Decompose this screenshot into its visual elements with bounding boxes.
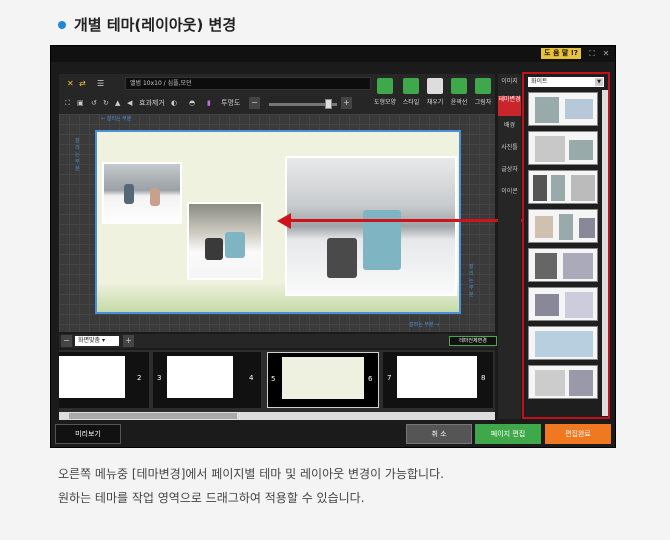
page-number: 7: [387, 374, 392, 382]
title-bar: 도 움 말 !? ⛶ ✕: [51, 46, 615, 62]
flip-icon[interactable]: ◀: [127, 98, 132, 109]
page-strip-scrollbar[interactable]: [59, 412, 495, 420]
theme-panel: 화이트 ▼: [522, 72, 610, 419]
theme-scrollbar[interactable]: [602, 90, 608, 416]
page-number: 8: [481, 374, 486, 382]
page-spread[interactable]: 3 4: [153, 352, 261, 408]
cancel-button[interactable]: 취 소: [406, 424, 472, 444]
person-figure: [225, 232, 245, 258]
theme-thumbnail[interactable]: [528, 365, 598, 399]
theme-thumbnail[interactable]: [528, 209, 598, 243]
scrollbar-thumb[interactable]: [69, 413, 237, 419]
photo-frame-2[interactable]: [187, 202, 263, 280]
photo-frame-3[interactable]: [285, 156, 457, 296]
brightness-icon[interactable]: ◓: [189, 98, 195, 109]
shadow-icon: [475, 78, 491, 94]
finish-edit-button[interactable]: 편집완료: [545, 424, 611, 444]
theme-thumbnail[interactable]: [528, 131, 598, 165]
maximize-icon[interactable]: ⛶: [587, 48, 597, 59]
opacity-label: 투명도: [221, 99, 241, 107]
page-thumbnail: [397, 356, 477, 398]
section-title: 개별 테마(레이아웃) 변경: [74, 16, 237, 34]
page-spread[interactable]: 7 8: [383, 352, 493, 408]
page-thumbnail: [282, 357, 364, 399]
fill-icon: [427, 78, 443, 94]
theme-thumbnail[interactable]: [528, 326, 598, 360]
theme-select-value: 화이트: [531, 78, 548, 85]
description-line-1: 오른쪽 메뉴중 [테마변경]에서 페이지별 테마 및 레이아웃 변경이 가능합니…: [58, 467, 444, 481]
page-number: 2: [137, 374, 142, 382]
effect-remove-label[interactable]: 효과제거: [139, 98, 165, 109]
tab-photo-frame[interactable]: 사진틀: [498, 144, 521, 158]
theme-thumbnail[interactable]: [528, 92, 598, 126]
warning-icon[interactable]: ▲: [115, 98, 120, 109]
app-screenshot: 도 움 말 !? ⛶ ✕ ✕ ⇄ ☰ 앨범 10x10 / 심플,모던 ⛶ ▣ …: [50, 45, 616, 448]
guide-bottom-label: 잘리는 부분 →: [409, 322, 440, 328]
section-heading: 개별 테마(레이아웃) 변경: [58, 14, 236, 35]
shape-icon: [377, 78, 393, 94]
shuffle-icon[interactable]: ⇄: [79, 78, 86, 90]
page-thumbnail: [59, 356, 125, 398]
rotate-left-icon[interactable]: ↺: [91, 98, 97, 109]
close-icon[interactable]: ✕: [601, 48, 611, 59]
bottom-toolbar: − 화면맞춤 ▾ + 테마전체변경: [59, 334, 497, 348]
theme-thumbnail[interactable]: [528, 248, 598, 282]
page-spread[interactable]: 2: [59, 352, 149, 408]
tab-background[interactable]: 배경: [498, 122, 521, 136]
fit-select[interactable]: 화면맞춤 ▾: [75, 336, 119, 346]
tab-text-box[interactable]: 글상자: [498, 166, 521, 180]
guide-right-label: 잘리는 부분: [469, 264, 474, 298]
photo-frame-1[interactable]: [102, 162, 182, 224]
page-spread-selected[interactable]: 5 6: [267, 352, 379, 408]
page-number: 6: [368, 375, 373, 383]
page-number: 4: [249, 374, 254, 382]
guide-left-label: 잘리는 부분: [75, 138, 80, 172]
contrast-icon[interactable]: ◐: [171, 98, 177, 109]
drag-arrow-head-icon: [277, 213, 291, 229]
theme-select[interactable]: 화이트 ▼: [528, 77, 604, 87]
rotate-right-icon[interactable]: ↻: [103, 98, 109, 109]
sidebar-tabs: 이미지 테마변경 배경 사진틀 글상자 이이콘: [498, 74, 521, 419]
guide-top-label: ← 잘리는 부분: [101, 116, 132, 122]
preview-button[interactable]: 미리보기: [55, 424, 121, 444]
tab-theme-change[interactable]: 테마변경: [498, 96, 521, 116]
page-number: 3: [157, 374, 162, 382]
edit-page-button[interactable]: 페이지 편집: [475, 424, 541, 444]
page-thumbnail: [167, 356, 233, 398]
apply-all-theme-button[interactable]: 테마전체변경: [449, 336, 497, 346]
tab-image[interactable]: 이미지: [498, 78, 521, 92]
person-figure: [124, 184, 134, 204]
color-icon[interactable]: ▮: [207, 98, 211, 109]
description: 오른쪽 메뉴중 [테마변경]에서 페이지별 테마 및 레이아웃 변경이 가능합니…: [58, 462, 444, 510]
layout-icon[interactable]: ☰: [97, 78, 104, 90]
person-figure: [205, 238, 223, 260]
page-number: 5: [271, 375, 276, 383]
theme-thumbnail[interactable]: [528, 287, 598, 321]
chevron-down-icon[interactable]: ▼: [595, 78, 603, 86]
person-figure: [327, 238, 357, 278]
help-button[interactable]: 도 움 말 !?: [541, 48, 581, 59]
zoom-out-button[interactable]: −: [61, 335, 72, 347]
opacity-minus-button[interactable]: −: [249, 97, 260, 109]
fit-select-value: 화면맞춤: [78, 337, 101, 344]
tool-shadow-label: 그림자: [474, 99, 492, 106]
theme-thumbnail[interactable]: [528, 170, 598, 204]
zoom-in-button[interactable]: +: [123, 335, 134, 347]
opacity-slider-knob[interactable]: [325, 99, 332, 109]
person-figure: [150, 188, 160, 206]
opacity-plus-button[interactable]: +: [341, 97, 352, 109]
tab-icon[interactable]: 이이콘: [498, 188, 521, 202]
outline-icon: [451, 78, 467, 94]
book-title-field: 앨범 10x10 / 심플,모던: [125, 77, 371, 90]
sparkle-icon[interactable]: ✕: [67, 78, 74, 90]
tool-shadow[interactable]: 그림자: [471, 78, 495, 107]
bullet-icon: [58, 20, 66, 29]
page-strip: 2 3 4 5 6 7 8: [59, 350, 495, 412]
fit-icon[interactable]: ⛶: [65, 98, 70, 109]
crop-icon[interactable]: ▣: [77, 98, 84, 109]
description-line-2: 원하는 테마를 작업 영역으로 드래그하여 적용할 수 있습니다.: [58, 491, 365, 505]
style-icon: [403, 78, 419, 94]
